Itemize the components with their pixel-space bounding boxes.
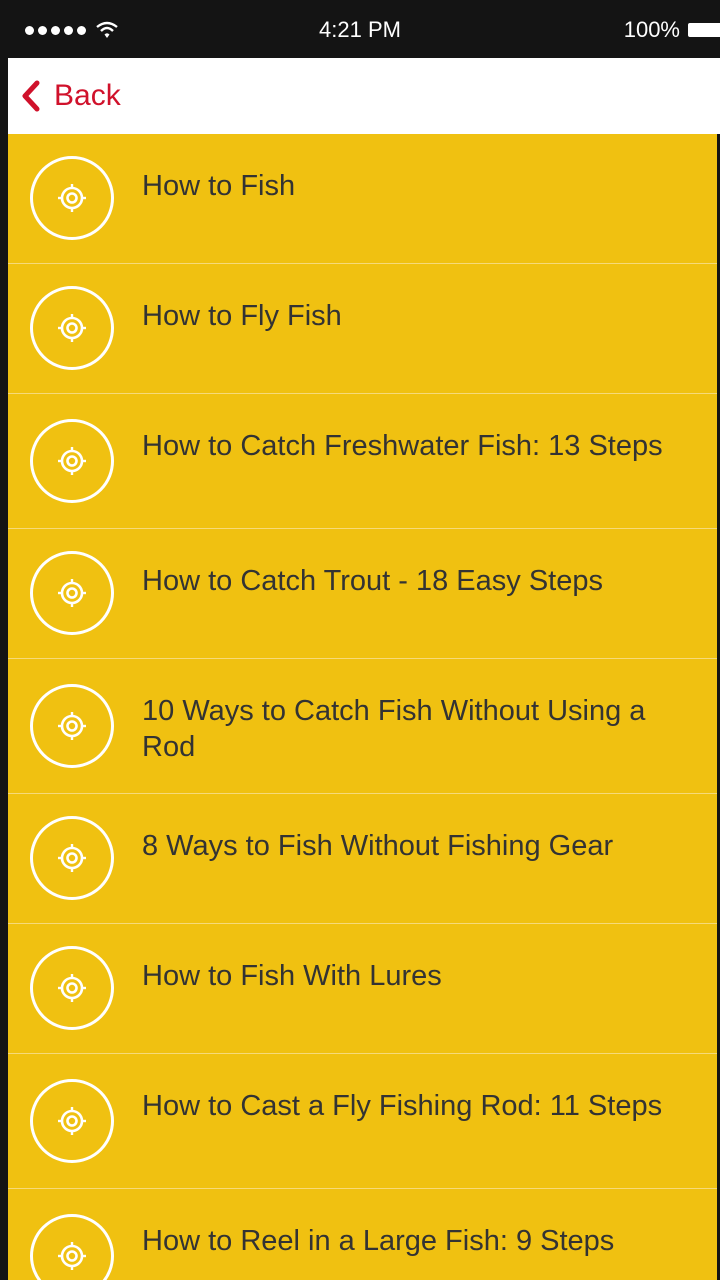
target-icon	[30, 156, 114, 240]
target-icon	[30, 1214, 114, 1280]
battery-percentage: 100%	[623, 17, 680, 42]
status-right: 100%	[624, 16, 720, 44]
battery-icon	[688, 23, 720, 37]
list-item[interactable]: How to Catch Freshwater Fish: 13 Steps	[8, 394, 717, 529]
list-item-label: How to Cast a Fly Fishing Rod: 11 Steps	[142, 1090, 663, 1122]
list-item-label: 10 Ways to Catch Fish Without Using a Ro…	[142, 695, 646, 763]
list-item[interactable]: How to Catch Trout - 18 Easy Steps	[8, 529, 717, 659]
list-item[interactable]: 8 Ways to Fish Without Fishing Gear	[8, 794, 717, 924]
list-item-label: 8 Ways to Fish Without Fishing Gear	[142, 830, 614, 862]
navigation-bar: Back	[8, 58, 720, 134]
target-icon	[30, 1079, 114, 1163]
target-icon	[30, 286, 114, 370]
target-icon	[30, 816, 114, 900]
list-item-label: How to Fly Fish	[142, 300, 342, 332]
back-label: Back	[54, 79, 121, 112]
list-item[interactable]: How to Cast a Fly Fishing Rod: 11 Steps	[8, 1054, 717, 1189]
list-item-label: How to Fish	[142, 170, 296, 202]
list-item[interactable]: How to Reel in a Large Fish: 9 Steps	[8, 1189, 717, 1280]
back-button[interactable]: Back	[20, 76, 121, 116]
chevron-left-icon	[22, 80, 40, 112]
target-icon	[30, 946, 114, 1030]
list-item[interactable]: 10 Ways to Catch Fish Without Using a Ro…	[8, 659, 717, 794]
target-icon	[30, 684, 114, 768]
target-icon	[30, 419, 114, 503]
list-item-label: How to Reel in a Large Fish: 9 Steps	[142, 1225, 615, 1257]
list-item-label: How to Fish With Lures	[142, 960, 442, 992]
list-item[interactable]: How to Fish With Lures	[8, 924, 717, 1054]
list-item[interactable]: How to Fish	[8, 134, 717, 264]
list-item-label: How to Catch Freshwater Fish: 13 Steps	[142, 430, 663, 462]
status-time: 4:21 PM	[319, 17, 401, 42]
status-bar: 4:21 PM 100%	[0, 0, 720, 58]
target-icon	[30, 551, 114, 635]
list-item[interactable]: How to Fly Fish	[8, 264, 717, 394]
app-frame: 4:21 PM 100% Back How to Fish How to Fly…	[0, 0, 720, 1280]
list-item-label: How to Catch Trout - 18 Easy Steps	[142, 565, 603, 597]
article-list[interactable]: How to Fish How to Fly Fish How to Catch…	[8, 134, 717, 1280]
